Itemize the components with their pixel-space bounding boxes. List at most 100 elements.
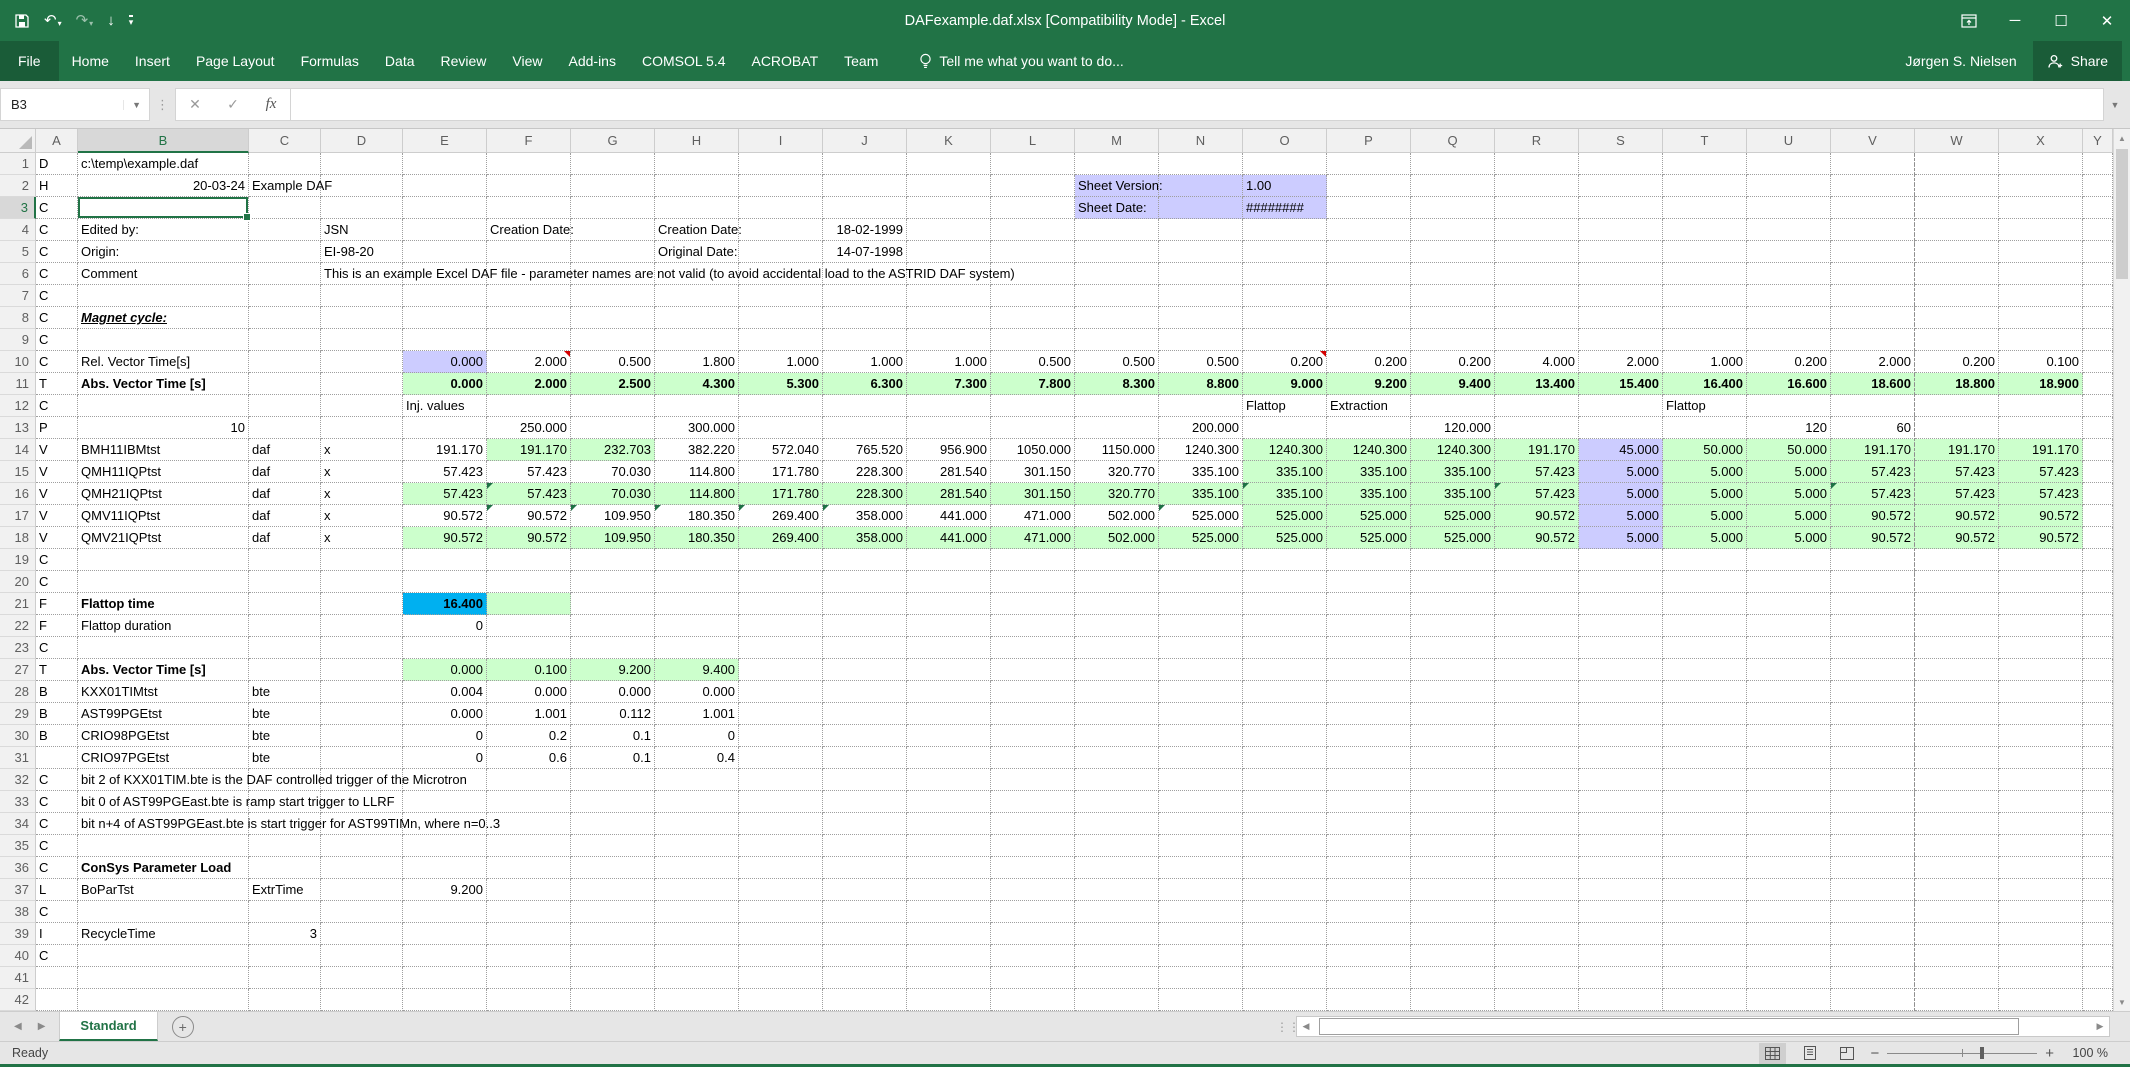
cell-T16[interactable]: 5.000	[1663, 483, 1747, 505]
cell-J5[interactable]: 14-07-1998	[823, 241, 907, 263]
cell-T18[interactable]: 5.000	[1663, 527, 1747, 549]
cell-Q5[interactable]	[1411, 241, 1495, 263]
cell-U19[interactable]	[1747, 549, 1831, 571]
cell-W39[interactable]	[1915, 923, 1999, 945]
cell-K42[interactable]	[907, 989, 991, 1011]
cell-Y30[interactable]	[2083, 725, 2113, 747]
col-header-E[interactable]: E	[403, 129, 487, 153]
cell-U32[interactable]	[1747, 769, 1831, 791]
cell-J38[interactable]	[823, 901, 907, 923]
cell-D28[interactable]	[321, 681, 403, 703]
cell-U29[interactable]	[1747, 703, 1831, 725]
cell-D14[interactable]: x	[321, 439, 403, 461]
cell-K21[interactable]	[907, 593, 991, 615]
row-header-32[interactable]: 32	[0, 769, 36, 791]
cell-A15[interactable]: V	[36, 461, 78, 483]
cell-T3[interactable]	[1663, 197, 1747, 219]
cell-N2[interactable]	[1159, 175, 1243, 197]
normal-view-icon[interactable]	[1759, 1043, 1786, 1064]
cell-S23[interactable]	[1579, 637, 1663, 659]
cell-R23[interactable]	[1495, 637, 1579, 659]
cell-V18[interactable]: 90.572	[1831, 527, 1915, 549]
cell-G33[interactable]	[571, 791, 655, 813]
cell-K30[interactable]	[907, 725, 991, 747]
cell-P10[interactable]: 0.200	[1327, 351, 1411, 373]
cell-H36[interactable]	[655, 857, 739, 879]
row-header-20[interactable]: 20	[0, 571, 36, 593]
cell-O30[interactable]	[1243, 725, 1327, 747]
cell-E4[interactable]	[403, 219, 487, 241]
cell-Y22[interactable]	[2083, 615, 2113, 637]
cell-N42[interactable]	[1159, 989, 1243, 1011]
cell-F32[interactable]	[487, 769, 571, 791]
cell-U11[interactable]: 16.600	[1747, 373, 1831, 395]
cell-M8[interactable]	[1075, 307, 1159, 329]
cell-D20[interactable]	[321, 571, 403, 593]
cell-F15[interactable]: 57.423	[487, 461, 571, 483]
cell-O32[interactable]	[1243, 769, 1327, 791]
cell-P3[interactable]	[1327, 197, 1411, 219]
cell-L1[interactable]	[991, 153, 1075, 175]
cell-U7[interactable]	[1747, 285, 1831, 307]
cell-J11[interactable]: 6.300	[823, 373, 907, 395]
cell-R40[interactable]	[1495, 945, 1579, 967]
cell-O42[interactable]	[1243, 989, 1327, 1011]
cell-Q39[interactable]	[1411, 923, 1495, 945]
cell-V37[interactable]	[1831, 879, 1915, 901]
cell-H17[interactable]: 180.350	[655, 505, 739, 527]
cell-S4[interactable]	[1579, 219, 1663, 241]
vertical-scroll-thumb[interactable]	[2116, 149, 2128, 279]
cell-S32[interactable]	[1579, 769, 1663, 791]
cell-A34[interactable]: C	[36, 813, 78, 835]
cell-R33[interactable]	[1495, 791, 1579, 813]
cell-F17[interactable]: 90.572	[487, 505, 571, 527]
cell-G2[interactable]	[571, 175, 655, 197]
cell-T40[interactable]	[1663, 945, 1747, 967]
cell-Q41[interactable]	[1411, 967, 1495, 989]
cell-I39[interactable]	[739, 923, 823, 945]
cell-W23[interactable]	[1915, 637, 1999, 659]
cell-C5[interactable]	[249, 241, 321, 263]
cell-H16[interactable]: 114.800	[655, 483, 739, 505]
cell-E1[interactable]	[403, 153, 487, 175]
cell-N31[interactable]	[1159, 747, 1243, 769]
cell-X11[interactable]: 18.900	[1999, 373, 2083, 395]
cell-T27[interactable]	[1663, 659, 1747, 681]
cell-X23[interactable]	[1999, 637, 2083, 659]
cell-H28[interactable]: 0.000	[655, 681, 739, 703]
cell-S21[interactable]	[1579, 593, 1663, 615]
cell-X5[interactable]	[1999, 241, 2083, 263]
cell-H35[interactable]	[655, 835, 739, 857]
cell-Y27[interactable]	[2083, 659, 2113, 681]
cell-L19[interactable]	[991, 549, 1075, 571]
cell-Q34[interactable]	[1411, 813, 1495, 835]
cell-P15[interactable]: 335.100	[1327, 461, 1411, 483]
cell-W35[interactable]	[1915, 835, 1999, 857]
cell-P34[interactable]	[1327, 813, 1411, 835]
cell-O10[interactable]: 0.200	[1243, 351, 1327, 373]
cell-W27[interactable]	[1915, 659, 1999, 681]
cell-H11[interactable]: 4.300	[655, 373, 739, 395]
col-header-I[interactable]: I	[739, 129, 823, 153]
col-header-B[interactable]: B	[78, 129, 249, 153]
cell-B30[interactable]: CRIO98PGEtst	[78, 725, 249, 747]
cell-I5[interactable]	[739, 241, 823, 263]
cell-F35[interactable]	[487, 835, 571, 857]
cell-Y12[interactable]	[2083, 395, 2113, 417]
cell-I38[interactable]	[739, 901, 823, 923]
cell-L30[interactable]	[991, 725, 1075, 747]
cell-D36[interactable]	[321, 857, 403, 879]
cell-Y5[interactable]	[2083, 241, 2113, 263]
cell-U28[interactable]	[1747, 681, 1831, 703]
cell-D8[interactable]	[321, 307, 403, 329]
row-header-33[interactable]: 33	[0, 791, 36, 813]
cell-P18[interactable]: 525.000	[1327, 527, 1411, 549]
cell-B33[interactable]: bit 0 of AST99PGEast.bte is ramp start t…	[78, 791, 249, 813]
row-header-28[interactable]: 28	[0, 681, 36, 703]
cell-T34[interactable]	[1663, 813, 1747, 835]
cell-K11[interactable]: 7.300	[907, 373, 991, 395]
cell-H29[interactable]: 1.001	[655, 703, 739, 725]
cell-H34[interactable]	[655, 813, 739, 835]
cell-S22[interactable]	[1579, 615, 1663, 637]
cell-V22[interactable]	[1831, 615, 1915, 637]
